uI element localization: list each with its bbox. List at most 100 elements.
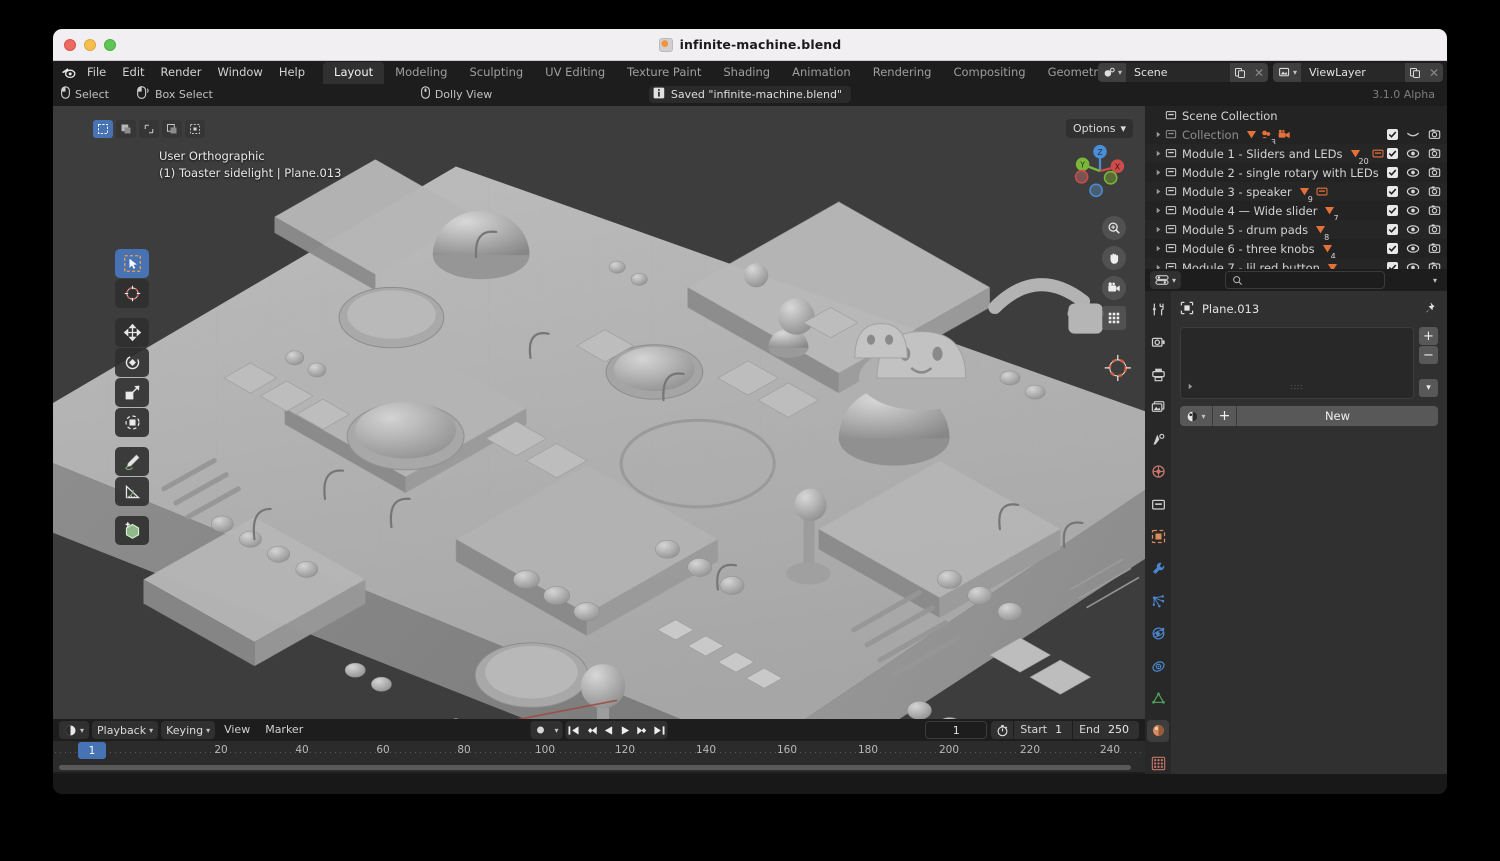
enable-checkbox[interactable] xyxy=(1387,262,1398,269)
annotate-tool[interactable] xyxy=(115,447,149,476)
slot-resize-grip[interactable]: ∷∷ xyxy=(1291,383,1303,392)
timeline-menu-view[interactable]: View xyxy=(218,721,256,739)
pin-icon[interactable] xyxy=(1422,300,1436,319)
hide-in-viewport-icon[interactable] xyxy=(1406,239,1420,258)
outliner-row-module-5[interactable]: Module 5 - drum pads 8 xyxy=(1145,220,1447,239)
enable-checkbox[interactable] xyxy=(1387,167,1398,178)
zoom-icon[interactable] xyxy=(1102,216,1126,240)
hide-in-viewport-icon[interactable] xyxy=(1406,258,1420,269)
properties-search-input[interactable] xyxy=(1225,271,1385,289)
play-icon[interactable] xyxy=(617,721,634,739)
physics-icon[interactable] xyxy=(1147,623,1169,644)
properties-editor-type-selector[interactable]: ▾ xyxy=(1150,271,1181,289)
timeline-horizontal-scrollbar[interactable] xyxy=(59,765,1131,770)
move-tool[interactable] xyxy=(115,318,149,347)
view-layer-icon[interactable] xyxy=(1147,396,1169,417)
hide-in-viewport-icon[interactable] xyxy=(1406,220,1420,239)
tab-animation[interactable]: Animation xyxy=(781,62,862,84)
collection-properties-icon[interactable] xyxy=(1147,493,1169,514)
menu-file[interactable]: File xyxy=(79,63,114,82)
material-icon[interactable] xyxy=(1147,720,1169,741)
stopwatch-icon[interactable] xyxy=(991,724,1013,737)
modifier-icon[interactable] xyxy=(1147,558,1169,579)
window-traffic-lights[interactable] xyxy=(64,39,116,51)
auto-keying-record-icon[interactable] xyxy=(530,721,550,739)
material-browse-button[interactable]: ▾ xyxy=(1180,406,1212,426)
minimize-window-button[interactable] xyxy=(84,39,96,51)
tab-modeling[interactable]: Modeling xyxy=(384,62,458,84)
object-icon[interactable] xyxy=(1147,526,1169,547)
particles-icon[interactable] xyxy=(1147,591,1169,612)
lasso-select-icon[interactable] xyxy=(162,120,182,138)
tweak-select-icon[interactable] xyxy=(93,120,113,138)
add-material-slot-button[interactable]: + xyxy=(1419,327,1438,345)
expand-arrow-icon[interactable] xyxy=(1151,150,1165,157)
disable-in-renders-icon[interactable] xyxy=(1428,220,1441,239)
jump-next-keyframe-icon[interactable] xyxy=(634,721,651,739)
disable-in-renders-icon[interactable] xyxy=(1428,201,1441,220)
scene-browse-button[interactable]: ▾ xyxy=(1098,63,1126,82)
properties-options-chevron[interactable]: ▾ xyxy=(1428,271,1442,289)
close-window-button[interactable] xyxy=(64,39,76,51)
slot-expand-arrow-icon[interactable] xyxy=(1187,375,1194,394)
outliner-row-module-4[interactable]: Module 4 — Wide slider 7 xyxy=(1145,201,1447,220)
hide-in-viewport-icon[interactable] xyxy=(1406,125,1420,144)
expand-arrow-icon[interactable] xyxy=(1151,226,1165,233)
viewport-3d[interactable]: User Orthographic (1) Toaster sidelight … xyxy=(53,106,1145,719)
texture-icon[interactable] xyxy=(1147,753,1169,774)
scene-unlink-button[interactable]: ✕ xyxy=(1250,63,1268,82)
timeline-playhead[interactable]: 1 xyxy=(78,742,106,759)
add-cube-tool[interactable] xyxy=(115,516,149,545)
timeline-menu-playback[interactable]: Playback ▾ xyxy=(92,721,158,739)
new-material-button[interactable]: New xyxy=(1236,406,1438,426)
play-reverse-icon[interactable] xyxy=(600,721,617,739)
box-select-icon[interactable] xyxy=(116,120,136,138)
pan-hand-icon[interactable] xyxy=(1102,246,1126,270)
navigation-gizmo[interactable]: Z Y X xyxy=(1071,142,1129,200)
outliner-row-module-2[interactable]: Module 2 - single rotary with LEDs xyxy=(1145,163,1447,182)
enable-checkbox[interactable] xyxy=(1387,224,1398,235)
material-slots-box[interactable]: ∷∷ xyxy=(1180,327,1414,399)
scene-duplicate-button[interactable] xyxy=(1230,63,1250,82)
expand-arrow-icon[interactable] xyxy=(1151,188,1165,195)
object-data-icon[interactable] xyxy=(1147,688,1169,709)
jump-start-icon[interactable] xyxy=(566,721,583,739)
outliner-row-collection[interactable]: Collection 3 xyxy=(1145,125,1447,144)
tab-texture-paint[interactable]: Texture Paint xyxy=(616,62,712,84)
jump-end-icon[interactable] xyxy=(651,721,668,739)
timeline-ruler[interactable]: 20 40 60 80 100 120 140 160 180 200 220 … xyxy=(53,741,1145,763)
tab-layout[interactable]: Layout xyxy=(323,62,384,84)
constraints-icon[interactable] xyxy=(1147,655,1169,676)
outliner-row-module-1[interactable]: Module 1 - Sliders and LEDs 20 xyxy=(1145,144,1447,163)
expand-arrow-icon[interactable] xyxy=(1151,207,1165,214)
disable-in-renders-icon[interactable] xyxy=(1428,144,1441,163)
enable-checkbox[interactable] xyxy=(1387,243,1398,254)
outliner-row-scene-collection[interactable]: Scene Collection xyxy=(1145,106,1447,125)
viewlayer-browse-button[interactable]: ▾ xyxy=(1273,63,1301,82)
timeline-editor-type-selector[interactable]: ▾ xyxy=(59,721,89,739)
viewlayer-remove-button[interactable]: ✕ xyxy=(1425,63,1443,82)
timeline-menu-keying[interactable]: Keying ▾ xyxy=(161,721,215,739)
hide-in-viewport-icon[interactable] xyxy=(1406,201,1420,220)
material-add-icon[interactable]: + xyxy=(1212,406,1236,426)
scene-name[interactable]: Scene xyxy=(1126,63,1230,82)
disable-in-renders-icon[interactable] xyxy=(1428,258,1441,269)
enable-checkbox[interactable] xyxy=(1387,148,1398,159)
expand-arrow-icon[interactable] xyxy=(1151,169,1165,176)
select-extend-icon[interactable] xyxy=(185,120,205,138)
enable-checkbox[interactable] xyxy=(1387,186,1398,197)
enable-checkbox[interactable] xyxy=(1387,205,1398,216)
enable-checkbox[interactable] xyxy=(1387,129,1398,140)
tab-sculpting[interactable]: Sculpting xyxy=(458,62,534,84)
viewlayer-duplicate-button[interactable] xyxy=(1405,63,1425,82)
scale-tool[interactable] xyxy=(115,378,149,407)
tab-uv-editing[interactable]: UV Editing xyxy=(534,62,616,84)
scene-selector[interactable]: ▾ Scene ✕ xyxy=(1098,63,1268,82)
disable-in-renders-icon[interactable] xyxy=(1428,182,1441,201)
auto-keying-options-chevron-icon[interactable]: ▾ xyxy=(550,721,562,739)
hide-in-viewport-icon[interactable] xyxy=(1406,144,1420,163)
world-icon[interactable] xyxy=(1147,461,1169,482)
outliner-row-module-7[interactable]: Module 7 - lil red button 5 xyxy=(1145,258,1447,269)
disable-in-renders-icon[interactable] xyxy=(1428,239,1441,258)
outliner-row-module-6[interactable]: Module 6 - three knobs 4 xyxy=(1145,239,1447,258)
